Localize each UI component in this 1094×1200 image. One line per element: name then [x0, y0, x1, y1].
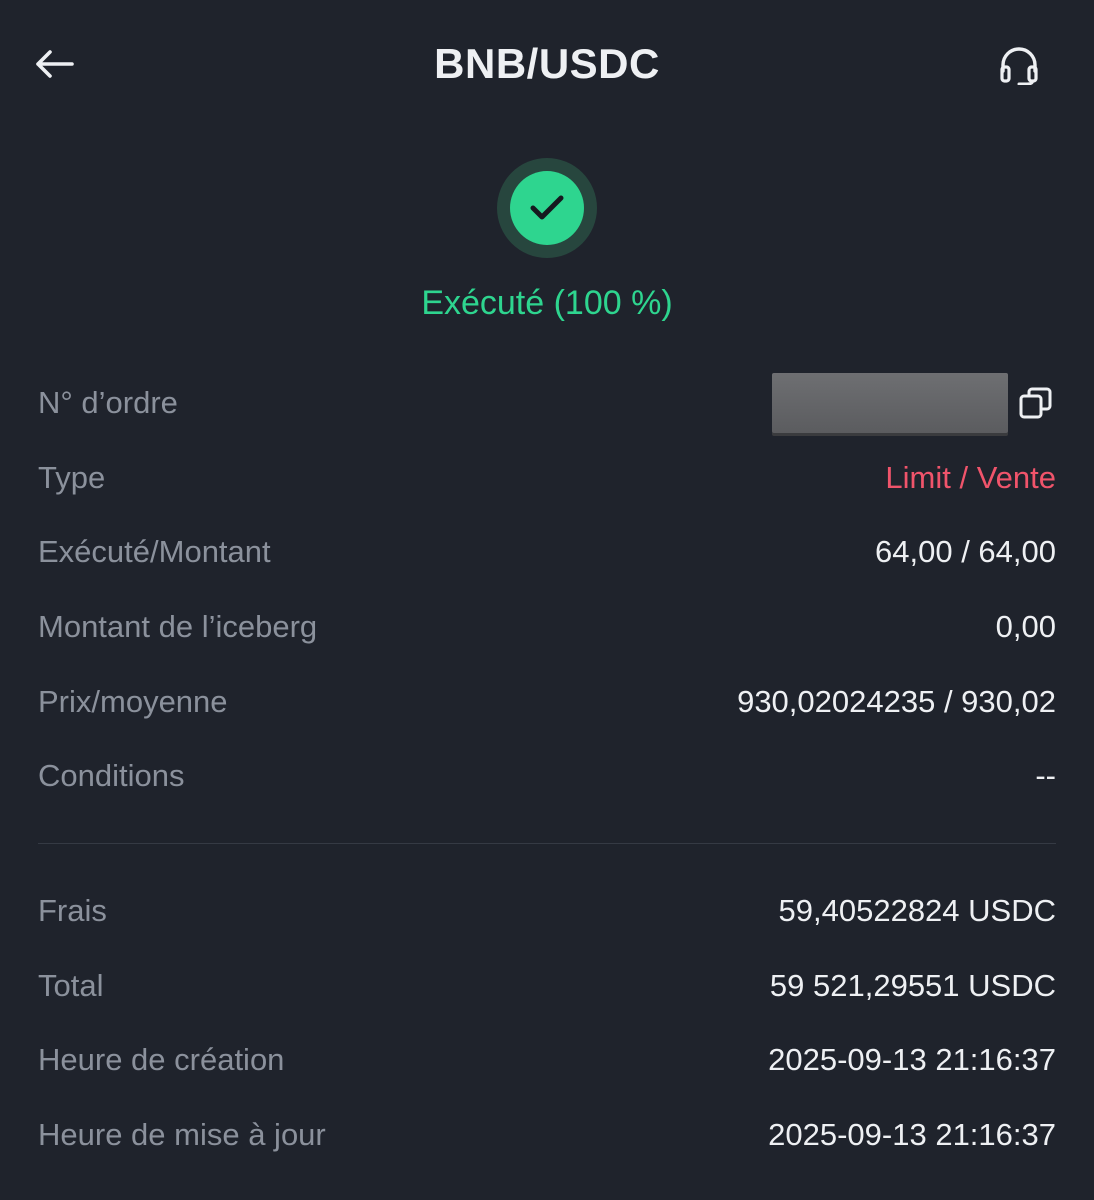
status-check-badge — [497, 158, 597, 258]
order-summary-section: Frais 59,40522824 USDC Total 59 521,2955… — [38, 874, 1056, 1172]
redacted-order-number — [772, 373, 1008, 434]
type-value: Limit / Vente — [885, 459, 1056, 495]
price-average-label: Prix/moyenne — [38, 683, 228, 719]
row-type: Type Limit / Vente — [38, 441, 1056, 516]
section-divider — [38, 843, 1056, 844]
copy-button[interactable] — [1016, 383, 1056, 423]
executed-amount-value: 64,00 / 64,00 — [875, 534, 1056, 570]
order-details-section: N° d’ordre Type Limit / Vente Exécuté/Mo… — [38, 366, 1056, 814]
headset-icon — [1000, 47, 1038, 85]
row-total: Total 59 521,29551 USDC — [38, 949, 1056, 1024]
type-label: Type — [38, 459, 106, 495]
row-creation-time: Heure de création 2025-09-13 21:16:37 — [38, 1023, 1056, 1098]
check-icon — [530, 195, 564, 220]
row-fees: Frais 59,40522824 USDC — [38, 874, 1056, 949]
executed-amount-label: Exécuté/Montant — [38, 534, 271, 570]
header: BNB/USDC — [0, 0, 1094, 130]
conditions-value: -- — [1035, 758, 1056, 794]
iceberg-amount-value: 0,00 — [995, 609, 1056, 645]
price-average-value: 930,02024235 / 930,02 — [737, 683, 1056, 719]
row-executed-amount: Exécuté/Montant 64,00 / 64,00 — [38, 515, 1056, 590]
creation-time-value: 2025-09-13 21:16:37 — [768, 1042, 1056, 1078]
conditions-label: Conditions — [38, 758, 185, 794]
update-time-value: 2025-09-13 21:16:37 — [768, 1117, 1056, 1153]
creation-time-label: Heure de création — [38, 1042, 285, 1078]
page-title: BNB/USDC — [434, 40, 660, 87]
order-number-label: N° d’ordre — [38, 385, 178, 421]
row-iceberg-amount: Montant de l’iceberg 0,00 — [38, 590, 1056, 665]
total-label: Total — [38, 967, 104, 1003]
iceberg-amount-label: Montant de l’iceberg — [38, 609, 318, 645]
row-order-number: N° d’ordre — [38, 366, 1056, 441]
row-conditions: Conditions -- — [38, 739, 1056, 814]
row-price-average: Prix/moyenne 930,02024235 / 930,02 — [38, 664, 1056, 739]
fees-value: 59,40522824 USDC — [778, 893, 1056, 929]
update-time-label: Heure de mise à jour — [38, 1117, 326, 1153]
support-button[interactable] — [990, 40, 1048, 90]
order-number-value — [772, 373, 1056, 434]
fees-label: Frais — [38, 893, 107, 929]
status-text: Exécuté (100 %) — [421, 284, 673, 322]
row-update-time: Heure de mise à jour 2025-09-13 21:16:37 — [38, 1098, 1056, 1173]
order-detail-screen: BNB/USDC Exécuté (100 %) N° d’ordre Type… — [0, 0, 1094, 1200]
total-value: 59 521,29551 USDC — [769, 967, 1056, 1003]
copy-icon — [1019, 387, 1052, 419]
